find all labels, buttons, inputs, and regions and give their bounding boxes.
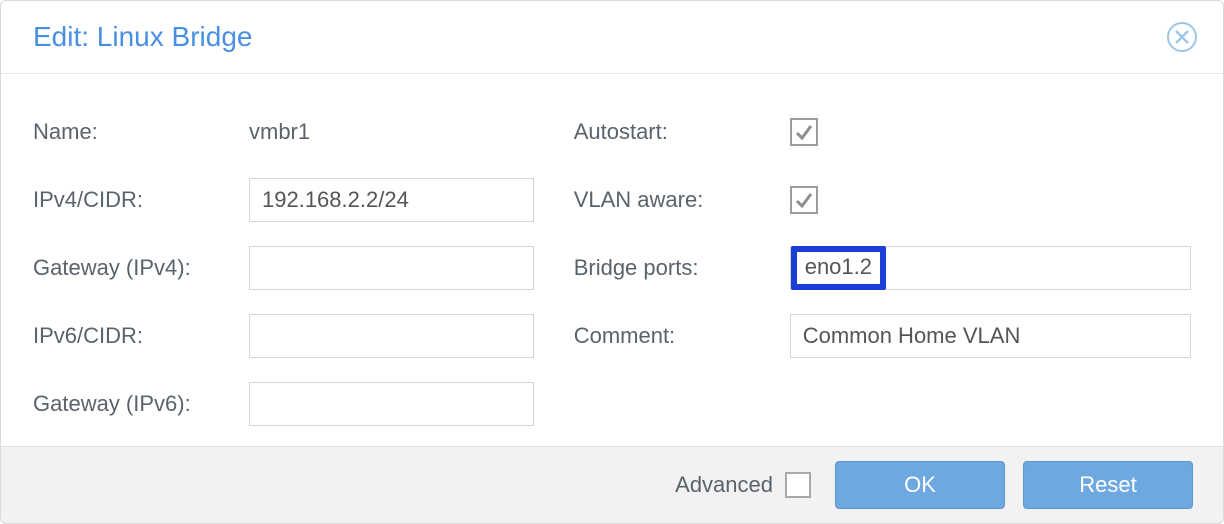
edit-linux-bridge-dialog: Edit: Linux Bridge Name: vmbr1 IPv4/CIDR… [0, 0, 1224, 524]
dialog-titlebar: Edit: Linux Bridge [1, 1, 1223, 74]
autostart-checkbox[interactable] [790, 118, 818, 146]
comment-label: Comment: [574, 323, 790, 349]
advanced-toggle: Advanced [675, 472, 811, 498]
gateway-ipv4-row: Gateway (IPv4): [33, 246, 534, 290]
close-icon [1174, 29, 1190, 45]
name-label: Name: [33, 119, 249, 145]
gateway-ipv4-input[interactable] [249, 246, 534, 290]
ipv4-label: IPv4/CIDR: [33, 187, 249, 213]
advanced-label: Advanced [675, 472, 773, 498]
ipv4-input[interactable] [249, 178, 534, 222]
vlan-aware-checkbox[interactable] [790, 186, 818, 214]
dialog-body: Name: vmbr1 IPv4/CIDR: Gateway (IPv4): I… [1, 74, 1223, 446]
check-icon [794, 190, 814, 210]
dialog-footer: Advanced OK Reset [1, 446, 1223, 523]
ipv6-label: IPv6/CIDR: [33, 323, 249, 349]
advanced-checkbox[interactable] [785, 472, 811, 498]
bridge-ports-highlight: eno1.2 [791, 246, 886, 290]
autostart-label: Autostart: [574, 119, 790, 145]
comment-row: Comment: [574, 314, 1191, 358]
right-column: Autostart: VLAN aware: Bridge ports: [574, 110, 1191, 426]
comment-input[interactable] [790, 314, 1191, 358]
vlan-aware-row: VLAN aware: [574, 178, 1191, 222]
ipv6-row: IPv6/CIDR: [33, 314, 534, 358]
dialog-title: Edit: Linux Bridge [33, 21, 252, 53]
gateway-ipv6-label: Gateway (IPv6): [33, 391, 249, 417]
reset-button[interactable]: Reset [1023, 461, 1193, 509]
gateway-ipv4-label: Gateway (IPv4): [33, 255, 249, 281]
ipv4-row: IPv4/CIDR: [33, 178, 534, 222]
gateway-ipv6-input[interactable] [249, 382, 534, 426]
gateway-ipv6-row: Gateway (IPv6): [33, 382, 534, 426]
autostart-row: Autostart: [574, 110, 1191, 154]
bridge-ports-label: Bridge ports: [574, 255, 790, 281]
left-column: Name: vmbr1 IPv4/CIDR: Gateway (IPv4): I… [33, 110, 534, 426]
bridge-ports-value: eno1.2 [805, 254, 872, 280]
name-row: Name: vmbr1 [33, 110, 534, 154]
ipv6-input[interactable] [249, 314, 534, 358]
check-icon [794, 122, 814, 142]
ok-button[interactable]: OK [835, 461, 1005, 509]
close-button[interactable] [1167, 22, 1197, 52]
bridge-ports-field[interactable]: eno1.2 [790, 246, 1191, 290]
bridge-ports-row: Bridge ports: eno1.2 [574, 246, 1191, 290]
bridge-ports-input-extra[interactable] [886, 247, 1190, 289]
vlan-aware-label: VLAN aware: [574, 187, 790, 213]
name-value: vmbr1 [249, 119, 534, 145]
